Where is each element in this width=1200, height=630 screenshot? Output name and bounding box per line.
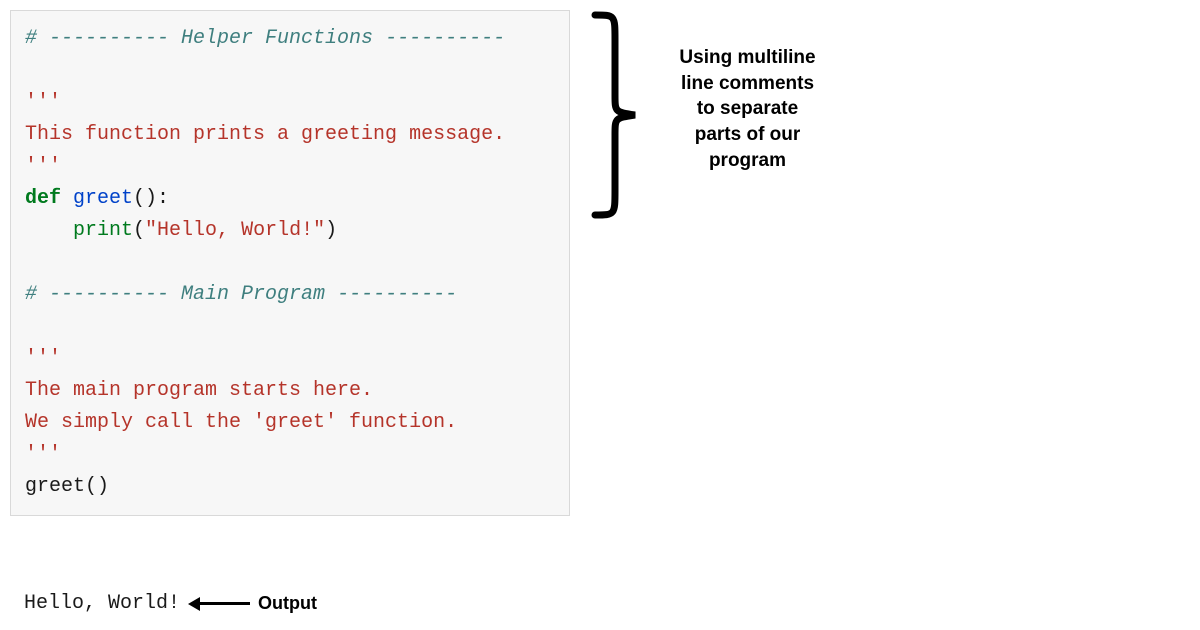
output-label: Output [258, 593, 317, 614]
print-line: print("Hello, World!") [25, 219, 337, 242]
docstring-open-2: ''' [25, 347, 61, 370]
arrow-left-icon [188, 597, 250, 611]
docstring-open-1: ''' [25, 91, 61, 114]
call-line: greet() [25, 475, 109, 498]
output-line: Hello, World! Output [24, 592, 317, 615]
code-block: # ---------- Helper Functions ----------… [10, 10, 570, 516]
def-line: def greet(): [25, 187, 169, 210]
docstring-close-1: ''' [25, 155, 61, 178]
annotation-text: Using multiline line comments to separat… [660, 45, 835, 173]
output-text: Hello, World! [24, 592, 180, 615]
section-comment-1: # ---------- Helper Functions ---------- [25, 27, 505, 50]
brace-icon [580, 10, 650, 225]
docstring-text-2b: We simply call the 'greet' function. [25, 411, 457, 434]
docstring-close-2: ''' [25, 443, 61, 466]
docstring-text-1: This function prints a greeting message. [25, 123, 505, 146]
docstring-text-2a: The main program starts here. [25, 379, 373, 402]
section-comment-2: # ---------- Main Program ---------- [25, 283, 457, 306]
